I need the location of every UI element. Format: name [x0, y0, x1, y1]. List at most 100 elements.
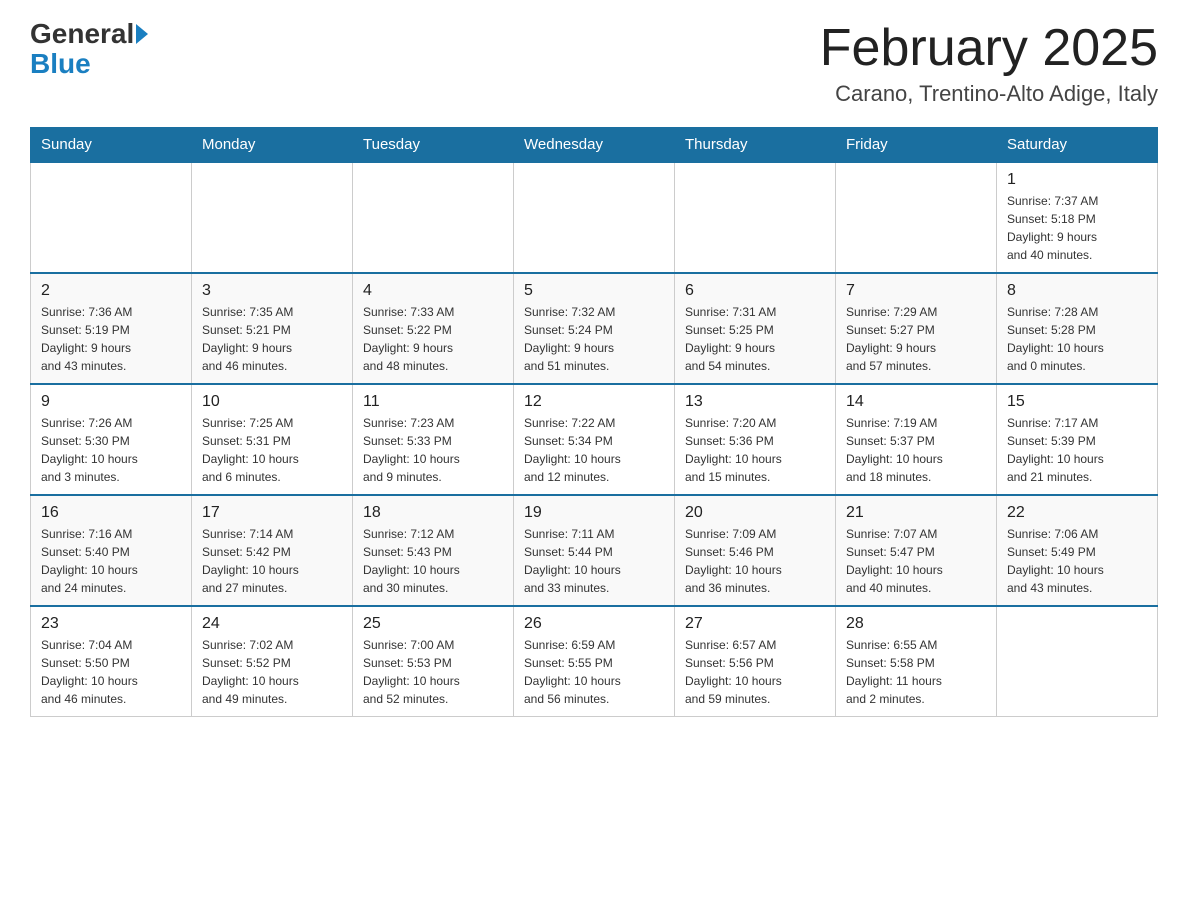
- calendar-table: SundayMondayTuesdayWednesdayThursdayFrid…: [30, 127, 1158, 717]
- day-info: Sunrise: 7:25 AM Sunset: 5:31 PM Dayligh…: [202, 414, 342, 486]
- calendar-cell: 15 Sunrise: 7:17 AM Sunset: 5:39 PM Dayli…: [997, 384, 1158, 495]
- day-info: Sunrise: 7:36 AM Sunset: 5:19 PM Dayligh…: [41, 303, 181, 375]
- day-info: Sunrise: 7:00 AM Sunset: 5:53 PM Dayligh…: [363, 636, 503, 708]
- day-info: Sunrise: 7:35 AM Sunset: 5:21 PM Dayligh…: [202, 303, 342, 375]
- calendar-cell: 10 Sunrise: 7:25 AM Sunset: 5:31 PM Dayli…: [192, 384, 353, 495]
- day-info: Sunrise: 7:31 AM Sunset: 5:25 PM Dayligh…: [685, 303, 825, 375]
- day-info: Sunrise: 7:23 AM Sunset: 5:33 PM Dayligh…: [363, 414, 503, 486]
- calendar-cell: [675, 162, 836, 273]
- day-number: 9: [41, 393, 181, 411]
- calendar-cell: 6 Sunrise: 7:31 AM Sunset: 5:25 PM Daylig…: [675, 273, 836, 384]
- day-info: Sunrise: 7:14 AM Sunset: 5:42 PM Dayligh…: [202, 525, 342, 597]
- day-number: 17: [202, 504, 342, 522]
- logo: General Blue: [30, 20, 148, 78]
- calendar-cell: 19 Sunrise: 7:11 AM Sunset: 5:44 PM Dayli…: [514, 495, 675, 606]
- week-row-5: 23Sunrise: 7:04 AM Sunset: 5:50 PM Dayli…: [31, 606, 1158, 717]
- day-info: Sunrise: 7:19 AM Sunset: 5:37 PM Dayligh…: [846, 414, 986, 486]
- day-number: 11: [363, 393, 503, 411]
- day-number: 8: [1007, 282, 1147, 300]
- calendar-cell: 16 Sunrise: 7:16 AM Sunset: 5:40 PM Dayli…: [31, 495, 192, 606]
- day-number: 2: [41, 282, 181, 300]
- day-info: Sunrise: 7:29 AM Sunset: 5:27 PM Dayligh…: [846, 303, 986, 375]
- calendar-cell: 26 Sunrise: 6:59 AM Sunset: 5:55 PM Dayli…: [514, 606, 675, 717]
- day-info: Sunrise: 6:59 AM Sunset: 5:55 PM Dayligh…: [524, 636, 664, 708]
- calendar-cell: 7 Sunrise: 7:29 AM Sunset: 5:27 PM Daylig…: [836, 273, 997, 384]
- calendar-cell: 28Sunrise: 6:55 AM Sunset: 5:58 PM Dayli…: [836, 606, 997, 717]
- calendar-cell: 24Sunrise: 7:02 AM Sunset: 5:52 PM Dayli…: [192, 606, 353, 717]
- day-number: 7: [846, 282, 986, 300]
- calendar-cell: 23Sunrise: 7:04 AM Sunset: 5:50 PM Dayli…: [31, 606, 192, 717]
- day-number: 10: [202, 393, 342, 411]
- day-info: Sunrise: 7:33 AM Sunset: 5:22 PM Dayligh…: [363, 303, 503, 375]
- page-header: General Blue February 2025 Carano, Trent…: [30, 20, 1158, 107]
- column-header-sunday: Sunday: [31, 128, 192, 163]
- day-info: Sunrise: 7:20 AM Sunset: 5:36 PM Dayligh…: [685, 414, 825, 486]
- day-number: 3: [202, 282, 342, 300]
- day-info: Sunrise: 7:02 AM Sunset: 5:52 PM Dayligh…: [202, 636, 342, 708]
- logo-arrow-icon: [136, 24, 148, 44]
- calendar-cell: [514, 162, 675, 273]
- calendar-cell: [353, 162, 514, 273]
- day-info: Sunrise: 7:22 AM Sunset: 5:34 PM Dayligh…: [524, 414, 664, 486]
- column-header-thursday: Thursday: [675, 128, 836, 163]
- day-info: Sunrise: 7:11 AM Sunset: 5:44 PM Dayligh…: [524, 525, 664, 597]
- calendar-cell: 11 Sunrise: 7:23 AM Sunset: 5:33 PM Dayli…: [353, 384, 514, 495]
- day-number: 20: [685, 504, 825, 522]
- calendar-cell: 18 Sunrise: 7:12 AM Sunset: 5:43 PM Dayli…: [353, 495, 514, 606]
- day-number: 1: [1007, 171, 1147, 189]
- day-number: 14: [846, 393, 986, 411]
- week-row-4: 16 Sunrise: 7:16 AM Sunset: 5:40 PM Dayli…: [31, 495, 1158, 606]
- calendar-cell: 1 Sunrise: 7:37 AM Sunset: 5:18 PM Daylig…: [997, 162, 1158, 273]
- day-number: 25: [363, 615, 503, 633]
- column-header-wednesday: Wednesday: [514, 128, 675, 163]
- day-info: Sunrise: 6:57 AM Sunset: 5:56 PM Dayligh…: [685, 636, 825, 708]
- calendar-cell: [192, 162, 353, 273]
- day-info: Sunrise: 7:04 AM Sunset: 5:50 PM Dayligh…: [41, 636, 181, 708]
- day-number: 21: [846, 504, 986, 522]
- calendar-cell: 9Sunrise: 7:26 AM Sunset: 5:30 PM Daylig…: [31, 384, 192, 495]
- day-info: Sunrise: 7:37 AM Sunset: 5:18 PM Dayligh…: [1007, 192, 1147, 264]
- title-block: February 2025 Carano, Trentino-Alto Adig…: [820, 20, 1158, 107]
- day-number: 18: [363, 504, 503, 522]
- day-number: 19: [524, 504, 664, 522]
- column-header-monday: Monday: [192, 128, 353, 163]
- calendar-cell: 12 Sunrise: 7:22 AM Sunset: 5:34 PM Dayli…: [514, 384, 675, 495]
- calendar-cell: 3 Sunrise: 7:35 AM Sunset: 5:21 PM Daylig…: [192, 273, 353, 384]
- day-number: 6: [685, 282, 825, 300]
- calendar-cell: 13 Sunrise: 7:20 AM Sunset: 5:36 PM Dayli…: [675, 384, 836, 495]
- day-number: 15: [1007, 393, 1147, 411]
- calendar-header-row: SundayMondayTuesdayWednesdayThursdayFrid…: [31, 128, 1158, 163]
- day-info: Sunrise: 7:07 AM Sunset: 5:47 PM Dayligh…: [846, 525, 986, 597]
- logo-blue-text: Blue: [30, 50, 91, 78]
- calendar-cell: 20 Sunrise: 7:09 AM Sunset: 5:46 PM Dayli…: [675, 495, 836, 606]
- calendar-cell: [836, 162, 997, 273]
- calendar-title: February 2025: [820, 20, 1158, 77]
- day-info: Sunrise: 7:06 AM Sunset: 5:49 PM Dayligh…: [1007, 525, 1147, 597]
- column-header-saturday: Saturday: [997, 128, 1158, 163]
- day-number: 16: [41, 504, 181, 522]
- day-info: Sunrise: 7:09 AM Sunset: 5:46 PM Dayligh…: [685, 525, 825, 597]
- calendar-cell: [997, 606, 1158, 717]
- day-number: 26: [524, 615, 664, 633]
- logo-general-text: General: [30, 18, 134, 49]
- calendar-cell: 17 Sunrise: 7:14 AM Sunset: 5:42 PM Dayli…: [192, 495, 353, 606]
- day-number: 5: [524, 282, 664, 300]
- day-number: 13: [685, 393, 825, 411]
- day-info: Sunrise: 7:16 AM Sunset: 5:40 PM Dayligh…: [41, 525, 181, 597]
- calendar-cell: 5Sunrise: 7:32 AM Sunset: 5:24 PM Daylig…: [514, 273, 675, 384]
- day-info: Sunrise: 7:12 AM Sunset: 5:43 PM Dayligh…: [363, 525, 503, 597]
- week-row-2: 2 Sunrise: 7:36 AM Sunset: 5:19 PM Daylig…: [31, 273, 1158, 384]
- calendar-cell: 27 Sunrise: 6:57 AM Sunset: 5:56 PM Dayli…: [675, 606, 836, 717]
- calendar-cell: 2 Sunrise: 7:36 AM Sunset: 5:19 PM Daylig…: [31, 273, 192, 384]
- week-row-1: 1 Sunrise: 7:37 AM Sunset: 5:18 PM Daylig…: [31, 162, 1158, 273]
- day-number: 22: [1007, 504, 1147, 522]
- day-number: 27: [685, 615, 825, 633]
- calendar-subtitle: Carano, Trentino-Alto Adige, Italy: [820, 81, 1158, 107]
- day-info: Sunrise: 7:17 AM Sunset: 5:39 PM Dayligh…: [1007, 414, 1147, 486]
- day-info: Sunrise: 6:55 AM Sunset: 5:58 PM Dayligh…: [846, 636, 986, 708]
- day-number: 4: [363, 282, 503, 300]
- calendar-cell: [31, 162, 192, 273]
- day-number: 12: [524, 393, 664, 411]
- column-header-tuesday: Tuesday: [353, 128, 514, 163]
- day-info: Sunrise: 7:28 AM Sunset: 5:28 PM Dayligh…: [1007, 303, 1147, 375]
